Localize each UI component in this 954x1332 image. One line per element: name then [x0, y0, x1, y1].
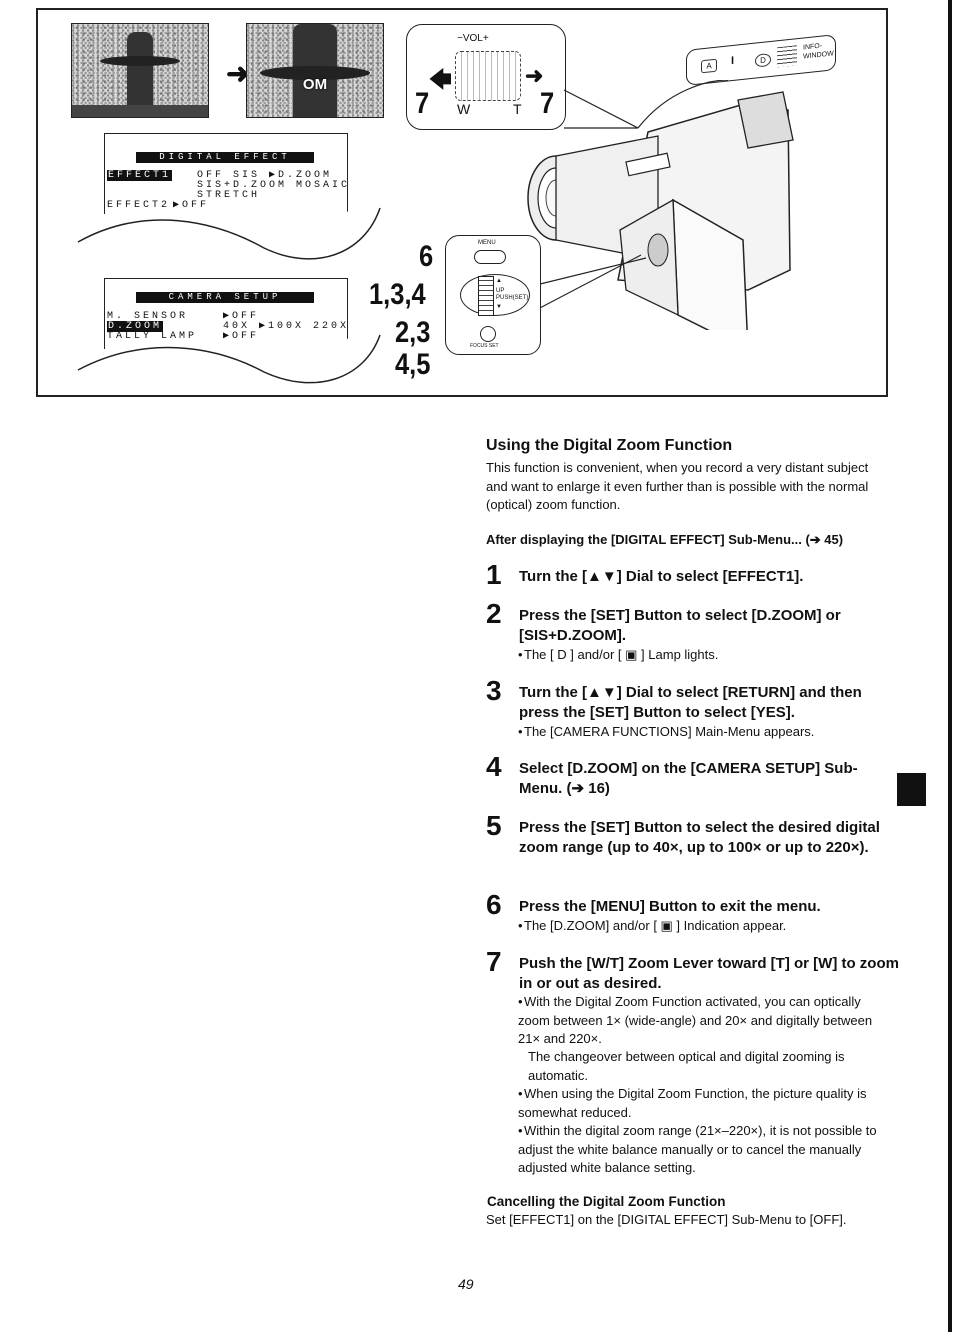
step-number: 7 — [486, 946, 502, 977]
step-text: Press the [MENU] Button to exit the menu… — [519, 898, 821, 915]
step-note: •The [ D ] and/or [ ▣ ] Lamp lights. — [518, 647, 719, 662]
step-text: Select [D.ZOOM] on the [CAMERA SETUP] Su… — [519, 760, 858, 797]
auto-icon: A — [701, 58, 717, 74]
vol-label: −VOL+ — [457, 33, 489, 44]
torn-edge-wave — [77, 207, 381, 260]
cancelling-title: Cancelling the Digital Zoom Function — [487, 1194, 726, 1209]
step-label: 4,5 — [395, 348, 431, 381]
step-text: Turn the [▲▼] Dial to select [EFFECT1]. — [519, 568, 804, 585]
note-text: With the Digital Zoom Function activated… — [518, 994, 873, 1046]
photo-label: OM — [302, 76, 328, 93]
info-window-label: INFO-WINDOW — [803, 42, 834, 61]
dial-up-icon: ▲ — [496, 278, 502, 284]
step-label: 2,3 — [395, 316, 431, 349]
pre-step-instruction: After displaying the [DIGITAL EFFECT] Su… — [486, 532, 844, 547]
step-number: 2 — [486, 598, 502, 629]
photo-before-zoom — [71, 23, 209, 118]
page-number: 49 — [458, 1276, 474, 1292]
step-number: 1 — [486, 559, 502, 590]
menu-button-label: MENU — [478, 240, 496, 246]
step-note-continuation: The changeover between optical and digit… — [528, 1049, 845, 1083]
menu-title: CAMERA SETUP — [136, 292, 314, 303]
left-arrow-icon: 🡄 — [429, 67, 452, 92]
page-edge-rule — [948, 0, 952, 1332]
digital-icon: D — [755, 52, 771, 68]
intro-paragraph: This function is convenient, when you re… — [486, 460, 869, 512]
note-text: The [D.ZOOM] and/or [ ▣ ] Indication app… — [524, 918, 787, 933]
photo-after-zoom: OM — [246, 23, 384, 118]
dial-down-icon: ▼ — [496, 304, 502, 310]
section-title: Using the Digital Zoom Function — [486, 437, 733, 454]
menu-row-label: EFFECT1 — [107, 170, 173, 181]
callout-pointer-lines — [536, 254, 647, 311]
step-label: 7 — [415, 87, 430, 120]
section-tab-marker — [897, 773, 926, 806]
note-text: Within the digital zoom range (21×–220×)… — [518, 1123, 877, 1175]
menu-row-effect1: EFFECT1 — [107, 170, 173, 181]
step-text: Press the [SET] Button to select [D.ZOOM… — [519, 607, 841, 644]
step-note: •The [CAMERA FUNCTIONS] Main-Menu appear… — [518, 724, 815, 739]
step-number: 6 — [486, 889, 502, 920]
step-note: •Within the digital zoom range (21×–220×… — [518, 1123, 877, 1175]
wide-label: W — [457, 101, 471, 117]
up-down-dial[interactable] — [478, 276, 494, 316]
indicator-bars-icon — [777, 45, 797, 68]
note-text: When using the Digital Zoom Function, th… — [518, 1086, 867, 1120]
step-note: •The [D.ZOOM] and/or [ ▣ ] Indication ap… — [518, 918, 787, 933]
manual-icon: I — [731, 54, 735, 68]
step-note: •With the Digital Zoom Function activate… — [518, 994, 873, 1046]
step-label: 6 — [419, 240, 434, 273]
dial-label: UP PUSH(SET) — [496, 288, 529, 301]
set-button-label: FOCUS SET — [470, 343, 499, 349]
step-number: 4 — [486, 751, 502, 782]
step-note: •When using the Digital Zoom Function, t… — [518, 1086, 867, 1120]
note-text: The [CAMERA FUNCTIONS] Main-Menu appears… — [524, 724, 815, 739]
info-window-panel: A I D INFO-WINDOW — [686, 34, 836, 86]
step-text: Press the [SET] Button to select the des… — [519, 819, 880, 856]
menu-button[interactable] — [474, 250, 506, 264]
note-text: The [ D ] and/or [ ▣ ] Lamp lights. — [524, 647, 719, 662]
step-text: Turn the [▲▼] Dial to select [RETURN] an… — [519, 684, 862, 721]
cancelling-text: Set [EFFECT1] on the [DIGITAL EFFECT] Su… — [486, 1212, 847, 1227]
set-button[interactable] — [480, 326, 496, 342]
torn-edge-wave — [77, 334, 381, 384]
step-text: Push the [W/T] Zoom Lever toward [T] or … — [519, 955, 899, 992]
step-number: 3 — [486, 675, 502, 706]
menu-title: DIGITAL EFFECT — [136, 152, 314, 163]
controls-callout: MENU ▲ UP PUSH(SET) ▼ FOCUS SET — [445, 235, 541, 355]
step-label: 1,3,4 — [369, 278, 426, 311]
illustration-figure: ➜ OM DIGITAL EFFECT EFFECT1 OFF SIS ▶D.Z… — [36, 8, 888, 397]
step-number: 5 — [486, 810, 502, 841]
